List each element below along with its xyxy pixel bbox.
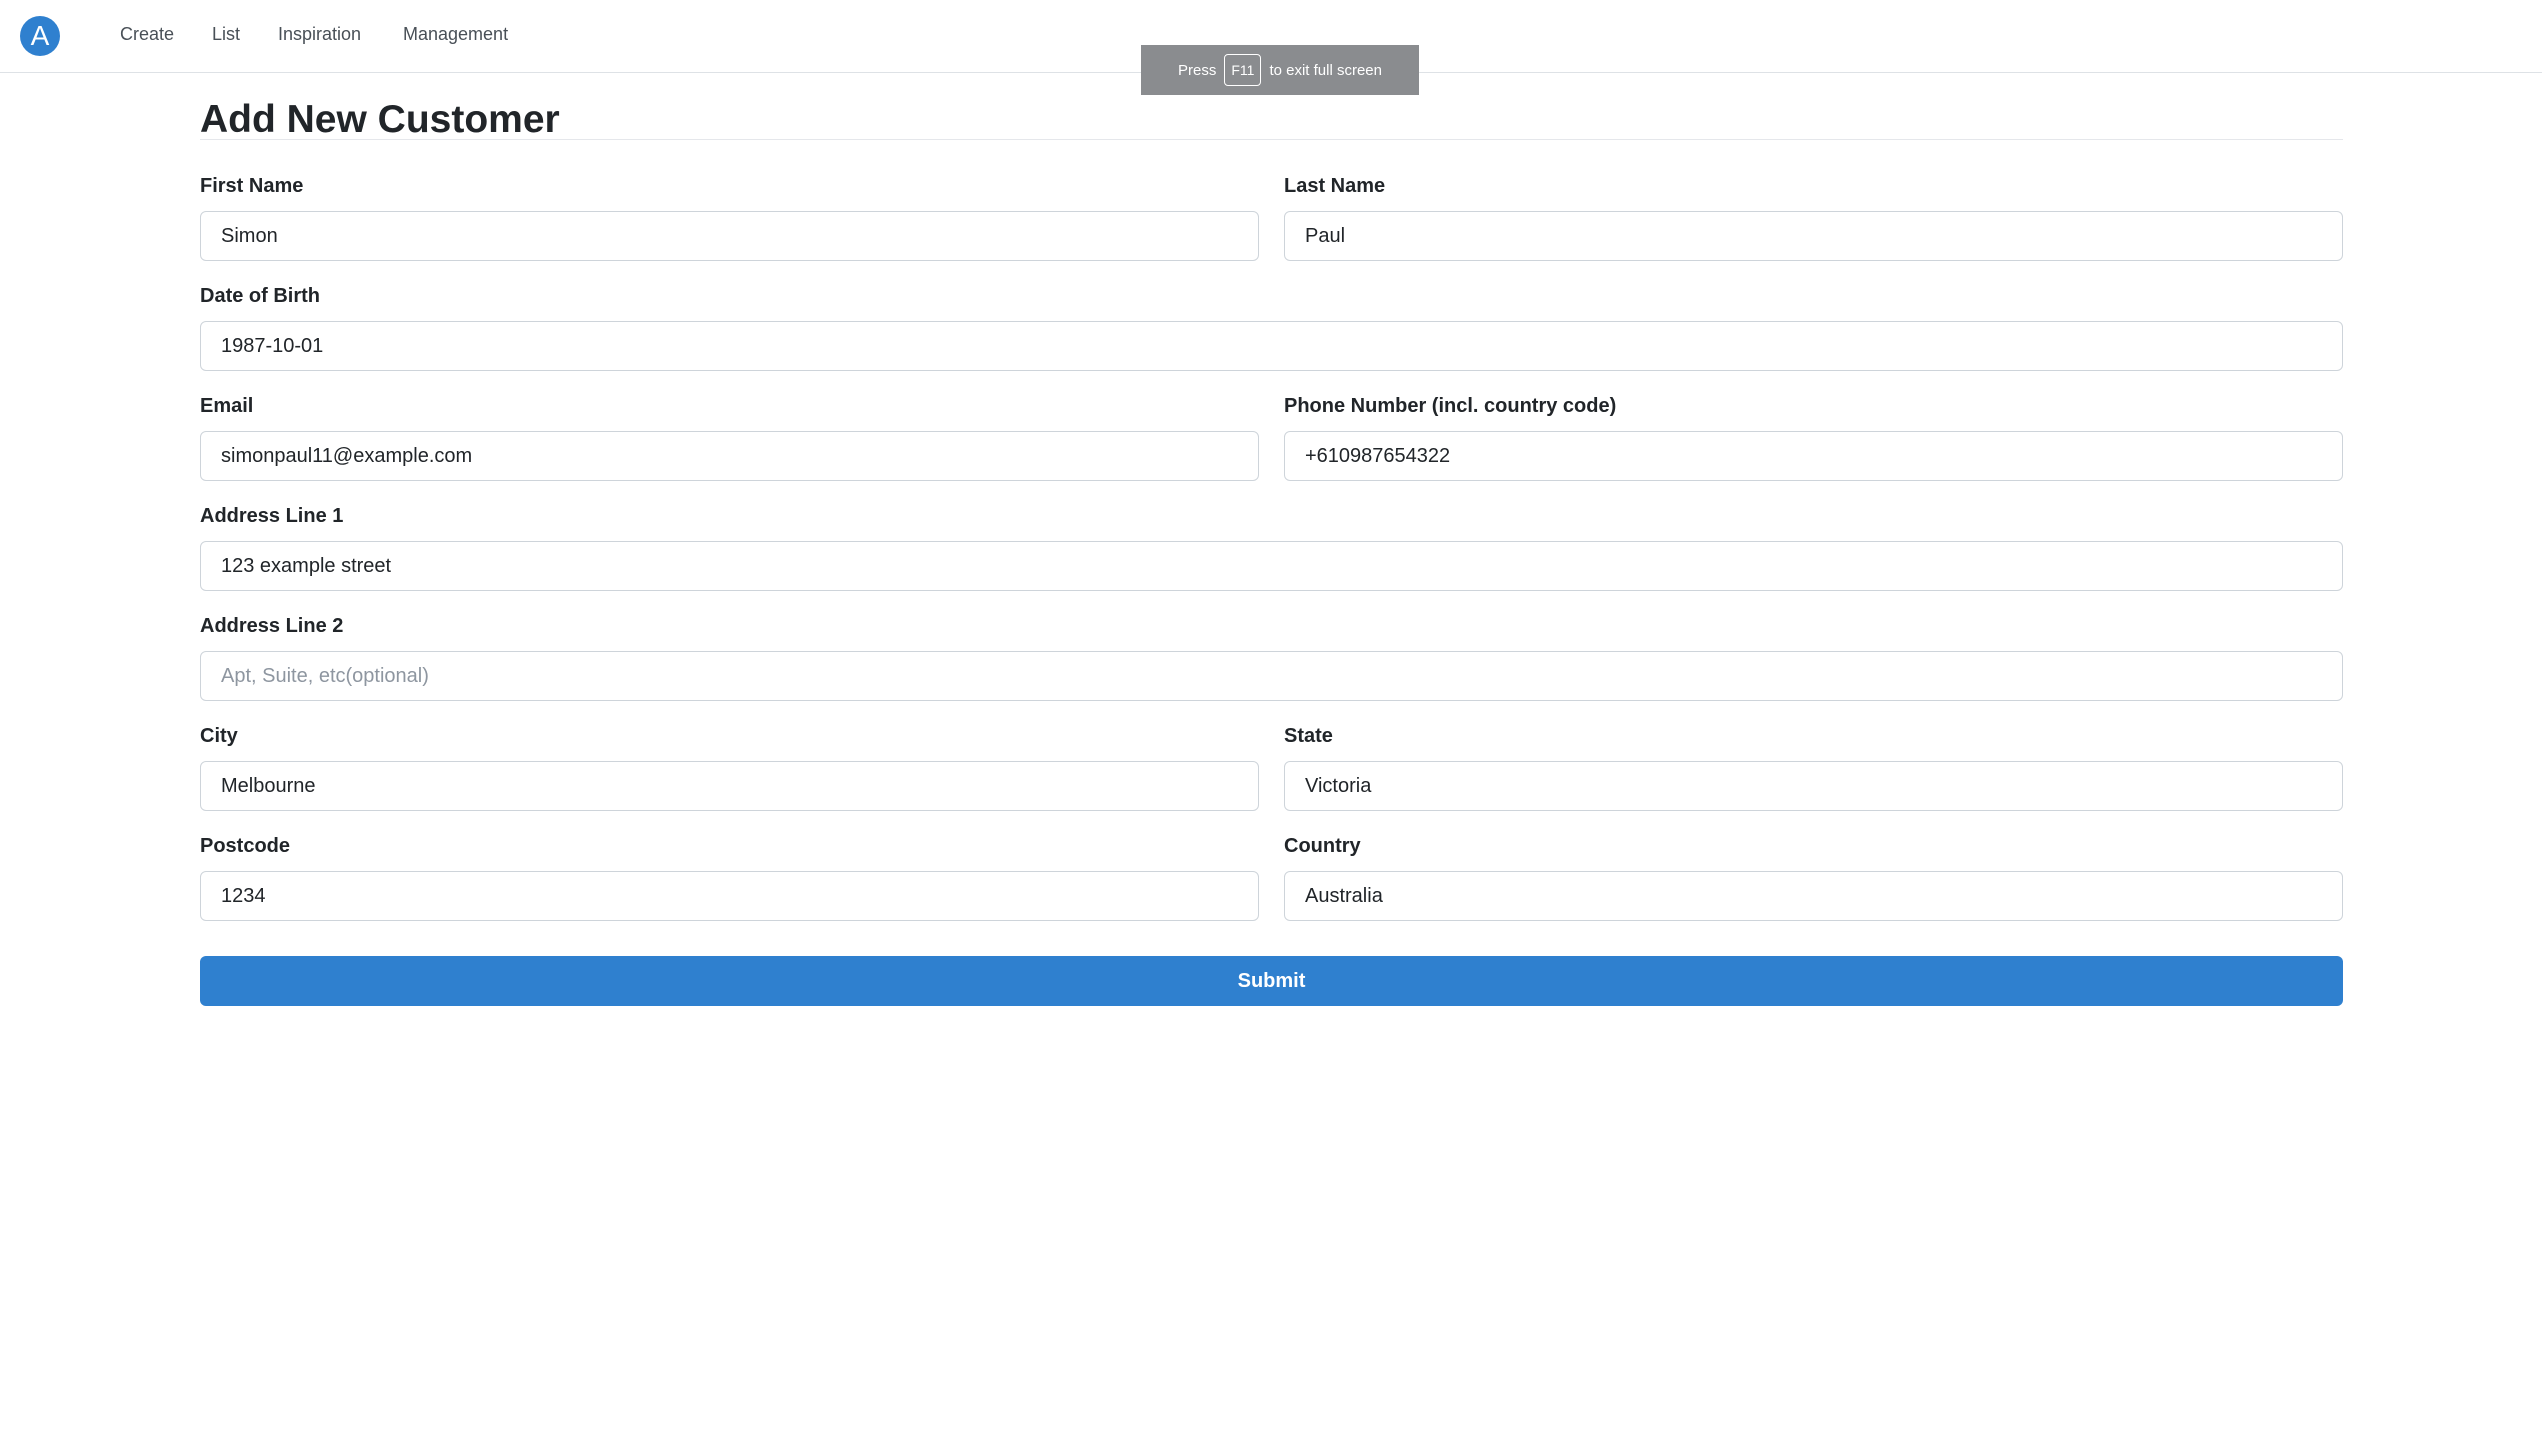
first-name-label: First Name	[200, 175, 304, 197]
state-field[interactable]	[1284, 761, 2343, 811]
nav-link-inspiration[interactable]: Inspiration	[278, 20, 361, 48]
address-line-2-field[interactable]	[200, 651, 2343, 701]
date-of-birth-field[interactable]	[200, 321, 2343, 371]
city-label: City	[200, 725, 238, 747]
address-line-2-label: Address Line 2	[200, 615, 344, 637]
phone-number-label: Phone Number (incl. country code)	[1284, 395, 1617, 417]
email-label: Email	[200, 395, 254, 417]
first-name-field[interactable]	[200, 211, 1259, 261]
fullscreen-hint-press: Press	[1178, 61, 1217, 79]
nav-link-list[interactable]: List	[212, 20, 240, 48]
page-title: Add New Customer	[200, 98, 560, 141]
last-name-field[interactable]	[1284, 211, 2343, 261]
postcode-label: Postcode	[200, 835, 291, 857]
email-field[interactable]	[200, 431, 1259, 481]
address-line-1-label: Address Line 1	[200, 505, 344, 527]
postcode-field[interactable]	[200, 871, 1259, 921]
title-divider	[200, 139, 2343, 140]
date-of-birth-label: Date of Birth	[200, 285, 320, 307]
nav-link-management[interactable]: Management	[403, 20, 508, 48]
fullscreen-hint: Press F11 to exit full screen	[1141, 45, 1419, 95]
svg-text:A: A	[31, 20, 50, 51]
state-label: State	[1284, 725, 1333, 747]
country-field[interactable]	[1284, 871, 2343, 921]
submit-button[interactable]: Submit	[200, 956, 2343, 1006]
fullscreen-hint-key: F11	[1224, 54, 1262, 86]
logo-a-icon[interactable]: A	[20, 16, 60, 56]
address-line-1-field[interactable]	[200, 541, 2343, 591]
fullscreen-hint-text: to exit full screen	[1269, 61, 1382, 79]
city-field[interactable]	[200, 761, 1259, 811]
nav-link-create[interactable]: Create	[120, 20, 174, 48]
phone-number-field[interactable]	[1284, 431, 2343, 481]
last-name-label: Last Name	[1284, 175, 1386, 197]
country-label: Country	[1284, 835, 1361, 857]
